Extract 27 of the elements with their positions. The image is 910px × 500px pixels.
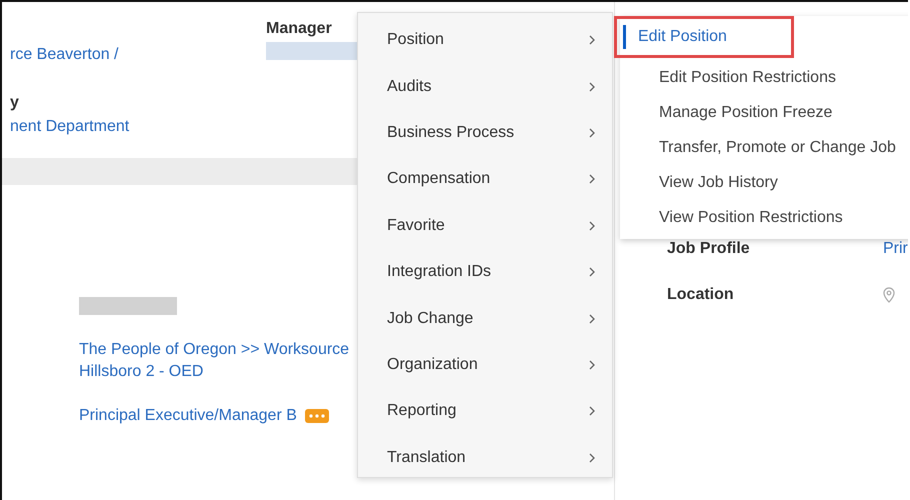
menu-item[interactable]: Position [358, 17, 612, 64]
menu-item[interactable]: Audits [358, 63, 612, 110]
field-label: Job Profile [667, 240, 751, 258]
link-text[interactable]: Prir [883, 240, 908, 258]
menu-item[interactable]: Reporting [358, 388, 612, 435]
submenu-item[interactable]: Manage Position Freeze [630, 95, 908, 130]
submenu-item[interactable]: Edit Position [623, 25, 791, 49]
menu-item[interactable]: Compensation [358, 156, 612, 203]
link-text[interactable]: The People of Oregon >> Worksource Hillsboro 2 - OED [79, 339, 359, 383]
menu-item[interactable]: Business Process [358, 110, 612, 156]
field-label: Location [667, 286, 735, 304]
related-actions-button[interactable] [304, 409, 329, 423]
menu-item[interactable]: Favorite [358, 202, 612, 249]
menu-item[interactable]: Translation [358, 434, 612, 481]
link-text[interactable]: rce Beaverton / [10, 46, 118, 63]
link-text[interactable]: Principal Executive/Manager B [79, 405, 297, 427]
submenu-item[interactable]: Edit Position Restrictions [630, 60, 908, 95]
menu-item[interactable]: Integration IDs [358, 248, 612, 296]
submenu-item[interactable]: View Job History [630, 165, 908, 200]
field-label: Manager [266, 20, 333, 38]
field-label: y [10, 94, 20, 112]
location-pin-icon [883, 287, 895, 303]
submenu-item[interactable]: Transfer, Promote or Change Job [630, 130, 908, 165]
menu-item[interactable]: Job Change [358, 295, 612, 342]
submenu-item[interactable]: View Position Restrictions [630, 200, 908, 235]
menu-item[interactable]: Organization [358, 342, 612, 388]
more-icon [308, 414, 325, 418]
